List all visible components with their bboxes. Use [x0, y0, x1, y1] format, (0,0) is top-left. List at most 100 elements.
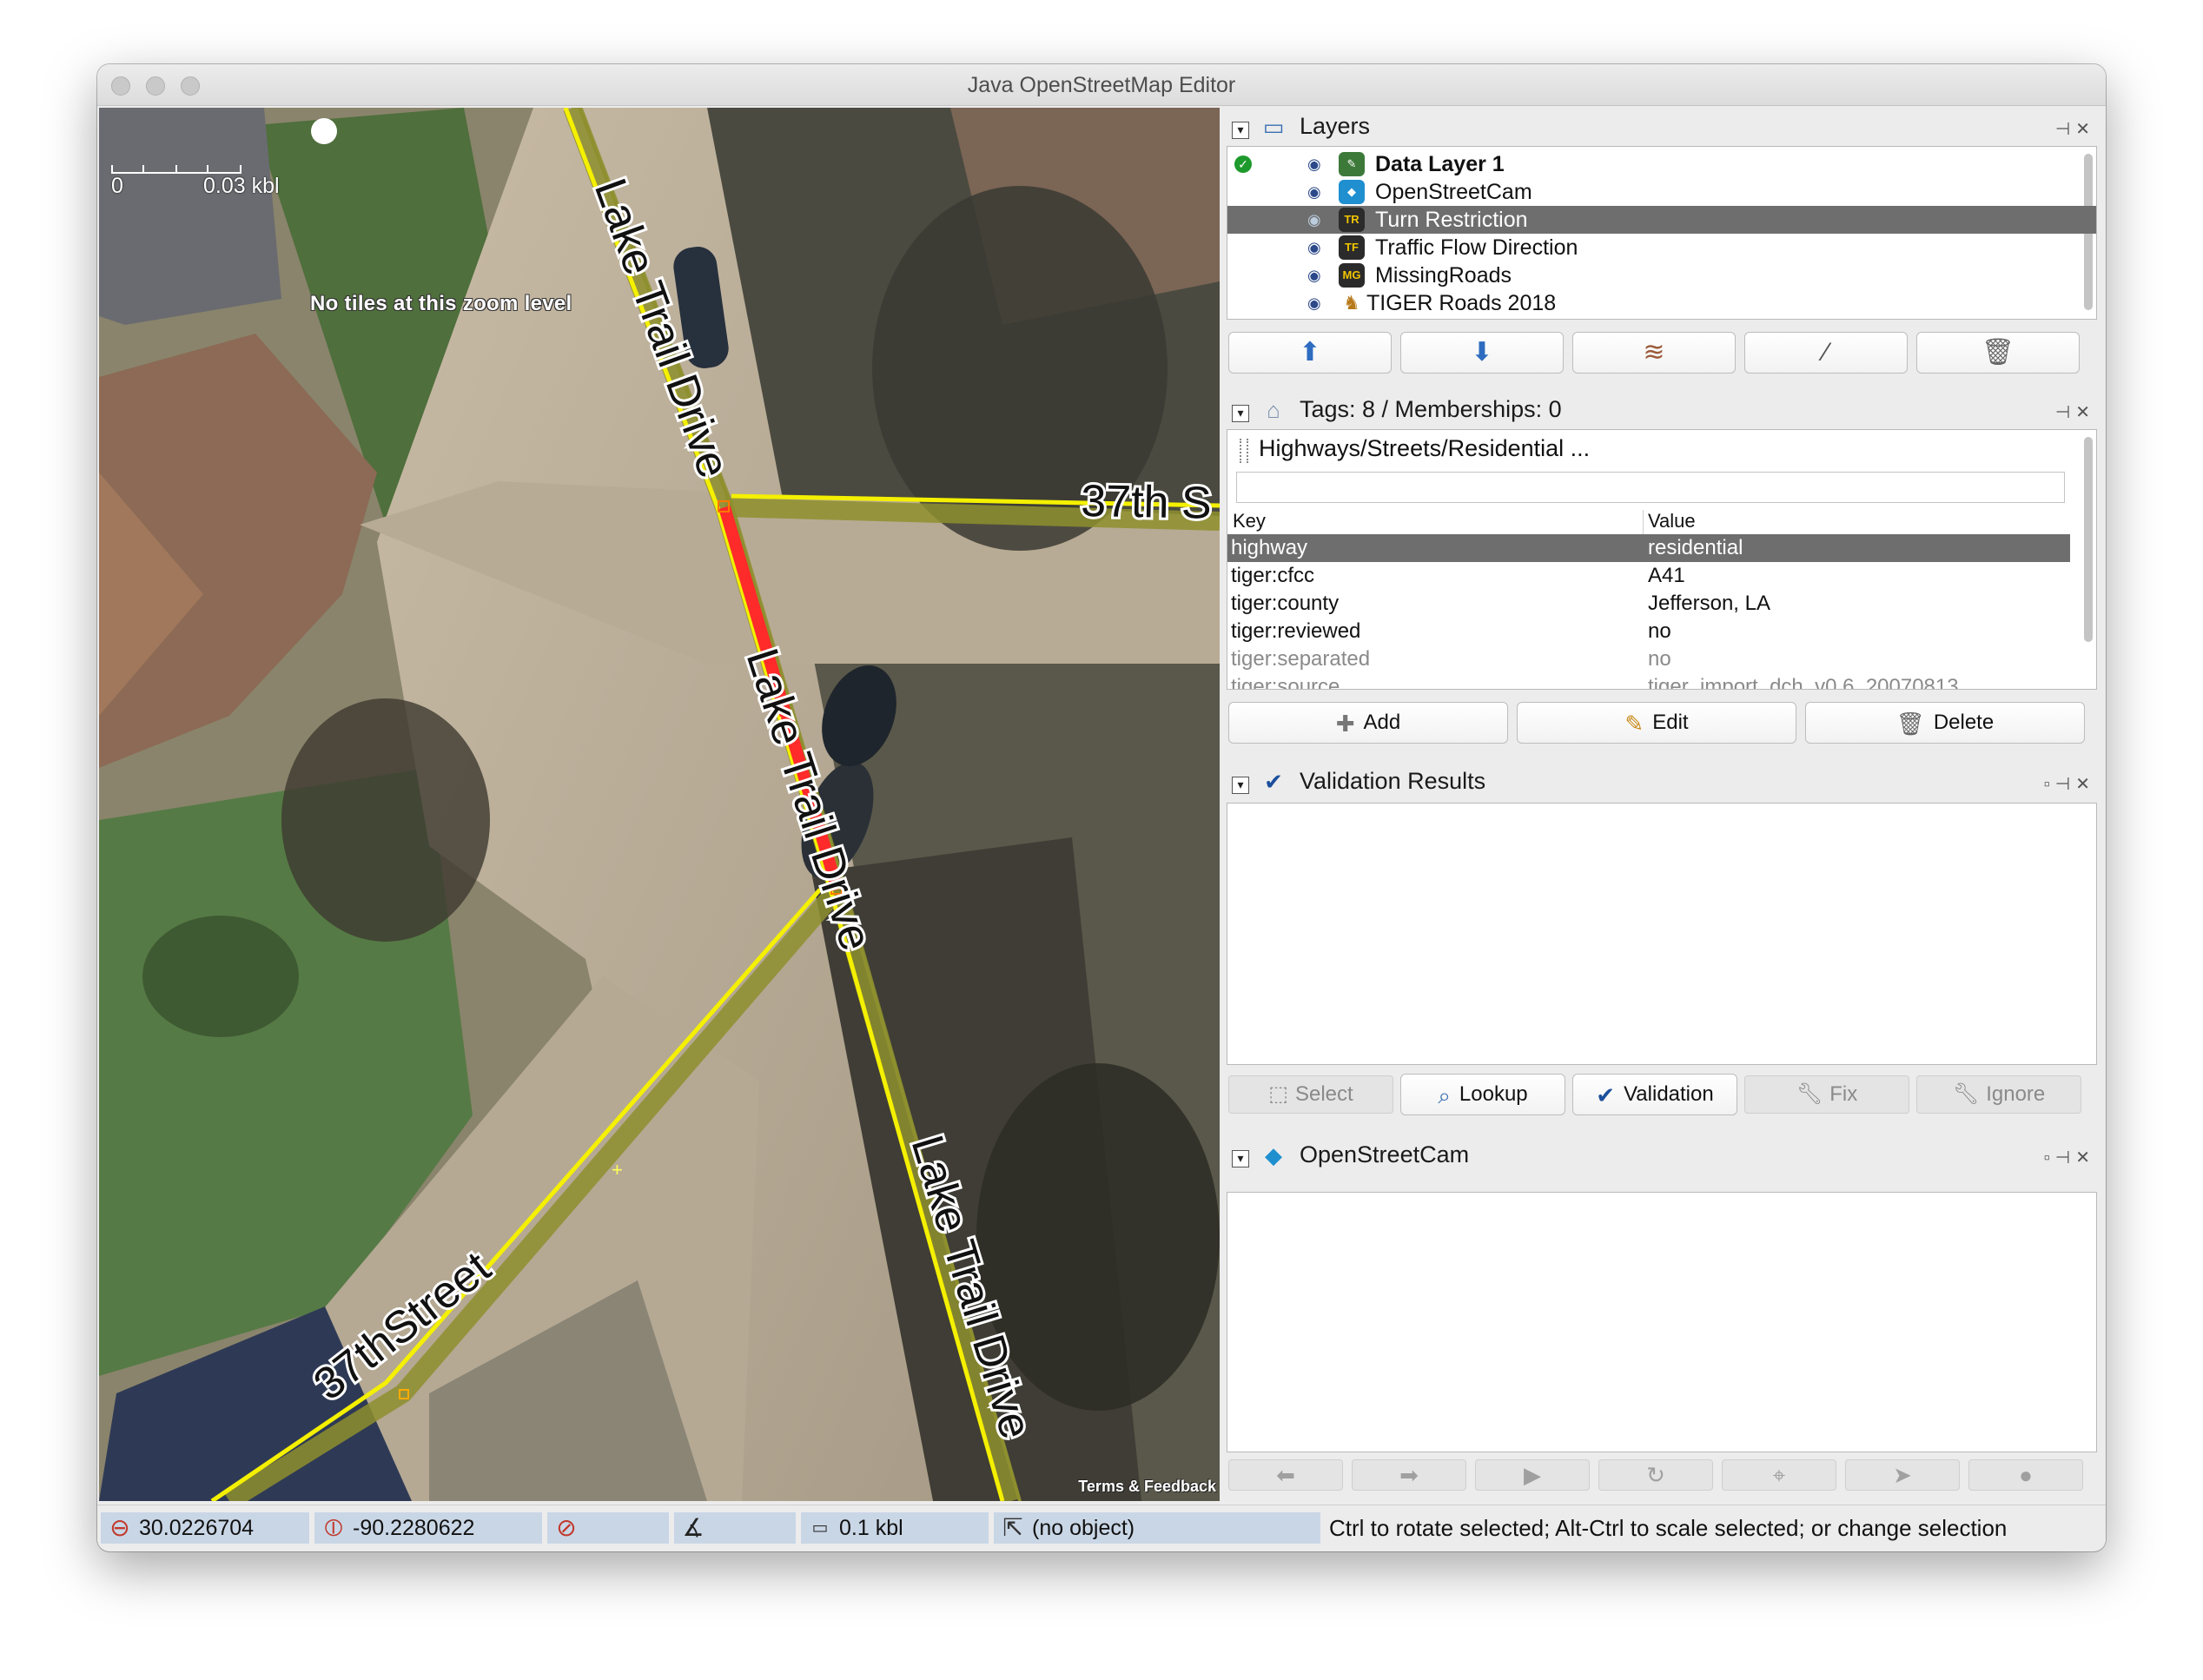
previous-photo-button[interactable]: ⬅: [1228, 1459, 1343, 1491]
data-layer-icon: ✎: [1339, 152, 1365, 176]
tags-scrollbar[interactable]: [2084, 437, 2093, 642]
map-view[interactable]: + + Lake Trail Drive Lake Trail Drive La…: [99, 108, 1220, 1501]
active-layer-check-icon: ✓: [1234, 155, 1252, 173]
tags-table-header: Key Value: [1227, 510, 2070, 534]
layers-list[interactable]: ✓ ◉ ✎ Data Layer 1 ◉ ◆ OpenStreetCam ◉ T…: [1227, 146, 2097, 320]
angle-icon: ∡: [682, 1514, 705, 1541]
visibility-slash-icon: ⁄: [1823, 338, 1829, 367]
table-row[interactable]: tiger:source tiger_import_dch_v0.6_20070…: [1227, 673, 2070, 690]
visibility-eye-icon[interactable]: ◉: [1307, 261, 1321, 289]
location-arrow-icon[interactable]: ➤: [1845, 1459, 1960, 1491]
openstreetcam-icon: ◆: [1265, 1142, 1282, 1168]
toggle-visibility-button[interactable]: ⁄: [1744, 332, 1908, 374]
validation-button[interactable]: ✔ Validation: [1572, 1074, 1737, 1115]
tags-panel-title: Tags: 8 / Memberships: 0: [1300, 396, 1562, 422]
magnifier-icon: ⌕: [1438, 1081, 1451, 1108]
longitude-field: ⦶ -90.2280622: [314, 1512, 542, 1544]
layer-name: OpenStreetCam: [1375, 180, 1532, 204]
layer-row[interactable]: ◉ ◆ OpenStreetCam: [1227, 178, 2096, 206]
visibility-eye-icon[interactable]: ◉: [1307, 150, 1321, 178]
layer-row[interactable]: ◉ MG MissingRoads: [1227, 261, 2096, 289]
collapse-icon[interactable]: ▾: [1232, 1150, 1249, 1167]
merge-layer-button[interactable]: ≋: [1572, 332, 1736, 374]
zoom-indicator-dot: [311, 118, 337, 144]
tag-key: tiger:reviewed: [1231, 619, 1361, 643]
panel-controls[interactable]: ⊣✕: [2055, 118, 2095, 140]
validation-results-list[interactable]: [1227, 803, 2097, 1065]
lookup-button[interactable]: ⌕ Lookup: [1400, 1074, 1565, 1115]
wrench-icon: 🔧︎: [1796, 1082, 1823, 1106]
panel-controls[interactable]: ▫⊣✕: [2044, 773, 2095, 795]
layer-name: Turn Restriction: [1375, 208, 1528, 232]
street-label: 37th S: [1081, 476, 1212, 529]
fix-button[interactable]: 🔧︎ Fix: [1744, 1075, 1909, 1114]
key-column-header[interactable]: Key: [1233, 510, 1266, 532]
map-imagery: + + Lake Trail Drive Lake Trail Drive La…: [99, 108, 1220, 1501]
title-bar: Java OpenStreetMap Editor: [97, 64, 2106, 106]
osc-toolbar: ⬅ ➡ ▶ ↻ ⌖ ➤ ●: [1228, 1459, 2097, 1494]
window-title: Java OpenStreetMap Editor: [967, 73, 1236, 97]
layer-row[interactable]: ◉ ♞ TIGER Roads 2018: [1227, 289, 2096, 317]
osc-panel-header: ▾ ◆ OpenStreetCam ▫⊣✕: [1221, 1136, 2104, 1174]
tag-value: tiger_import_dch_v0.6_20070813: [1648, 675, 1959, 690]
missing-roads-icon: MG: [1339, 263, 1365, 288]
osc-panel-title: OpenStreetCam: [1300, 1141, 1470, 1167]
validation-panel-title: Validation Results: [1300, 768, 1486, 794]
layer-row[interactable]: ◉ TR Turn Restriction: [1227, 206, 2096, 234]
scale-end-label: 0.03 kbl: [203, 174, 280, 198]
layer-row[interactable]: ✓ ◉ ✎ Data Layer 1: [1227, 150, 2096, 178]
tag-icon: ⌂: [1267, 397, 1280, 423]
panel-controls[interactable]: ⊣✕: [2055, 401, 2095, 423]
move-layer-down-button[interactable]: ⬇: [1400, 332, 1564, 374]
visibility-eye-icon[interactable]: ◉: [1307, 234, 1321, 261]
table-row[interactable]: highway residential: [1227, 534, 2070, 562]
side-panels: ▾ ▭ Layers ⊣✕ ✓ ◉ ✎ Data Layer 1 ◉ ◆ Ope…: [1221, 108, 2104, 1501]
traffic-flow-icon: TF: [1339, 235, 1365, 260]
delete-layer-button[interactable]: 🗑︎: [1916, 332, 2080, 374]
tag-key: tiger:separated: [1231, 647, 1371, 671]
play-icon[interactable]: ▶: [1475, 1459, 1590, 1491]
add-tag-button[interactable]: ✚ Add: [1228, 702, 1508, 744]
tag-key: tiger:source: [1231, 675, 1340, 690]
tag-value: residential: [1648, 536, 1743, 559]
latitude-field: ⊖ 30.0226704: [101, 1512, 309, 1544]
value-column-header[interactable]: Value: [1648, 510, 1696, 532]
drag-handle-icon[interactable]: [1240, 439, 1248, 463]
refresh-icon[interactable]: ↻: [1598, 1459, 1713, 1491]
ruler-icon: ▭: [811, 1518, 829, 1538]
tag-filter-input[interactable]: [1236, 472, 2065, 503]
visibility-eye-icon[interactable]: ◉: [1307, 206, 1321, 234]
ignore-button[interactable]: 🔧︎ Ignore: [1916, 1075, 2081, 1114]
latitude-icon: ⊖: [109, 1514, 130, 1541]
select-button[interactable]: ⬚ Select: [1228, 1075, 1393, 1114]
delete-tag-button[interactable]: 🗑︎ Delete: [1805, 702, 2085, 744]
scale-start-label: 0: [111, 174, 123, 198]
nearby-icon[interactable]: ⌖: [1722, 1459, 1836, 1491]
tag-value: Jefferson, LA: [1648, 592, 1770, 615]
visibility-eye-icon[interactable]: ◉: [1307, 178, 1321, 206]
table-row[interactable]: tiger:county Jefferson, LA: [1227, 590, 2070, 618]
layer-row[interactable]: ◉ TF Traffic Flow Direction: [1227, 234, 2096, 261]
attribution-link[interactable]: Terms & Feedback: [1078, 1478, 1216, 1496]
next-photo-button[interactable]: ➡: [1352, 1459, 1466, 1491]
visibility-eye-icon[interactable]: ◉: [1307, 289, 1321, 317]
collapse-icon[interactable]: ▾: [1232, 405, 1249, 422]
preset-link[interactable]: Highways/Streets/Residential ...: [1259, 435, 1590, 462]
table-row[interactable]: tiger:reviewed no: [1227, 618, 2070, 645]
turn-restriction-icon: TR: [1339, 208, 1365, 232]
tiger-roads-icon: ♞: [1343, 292, 1360, 314]
openstreetcam-icon: ◆: [1339, 180, 1365, 204]
layer-name: Traffic Flow Direction: [1375, 235, 1578, 260]
collapse-icon[interactable]: ▾: [1232, 122, 1249, 139]
tag-value: A41: [1648, 564, 1685, 587]
layer-name: MissingRoads: [1375, 263, 1512, 288]
table-row[interactable]: tiger:separated no: [1227, 645, 2070, 673]
record-icon[interactable]: ●: [1968, 1459, 2083, 1491]
merge-layers-icon: ≋: [1643, 338, 1665, 367]
move-layer-up-button[interactable]: ⬆: [1228, 332, 1392, 374]
panel-controls[interactable]: ▫⊣✕: [2044, 1147, 2095, 1168]
trash-icon: 🗑︎: [1895, 710, 1925, 737]
collapse-icon[interactable]: ▾: [1232, 777, 1249, 794]
edit-tag-button[interactable]: ✎ Edit: [1517, 702, 1796, 744]
table-row[interactable]: tiger:cfcc A41: [1227, 562, 2070, 590]
